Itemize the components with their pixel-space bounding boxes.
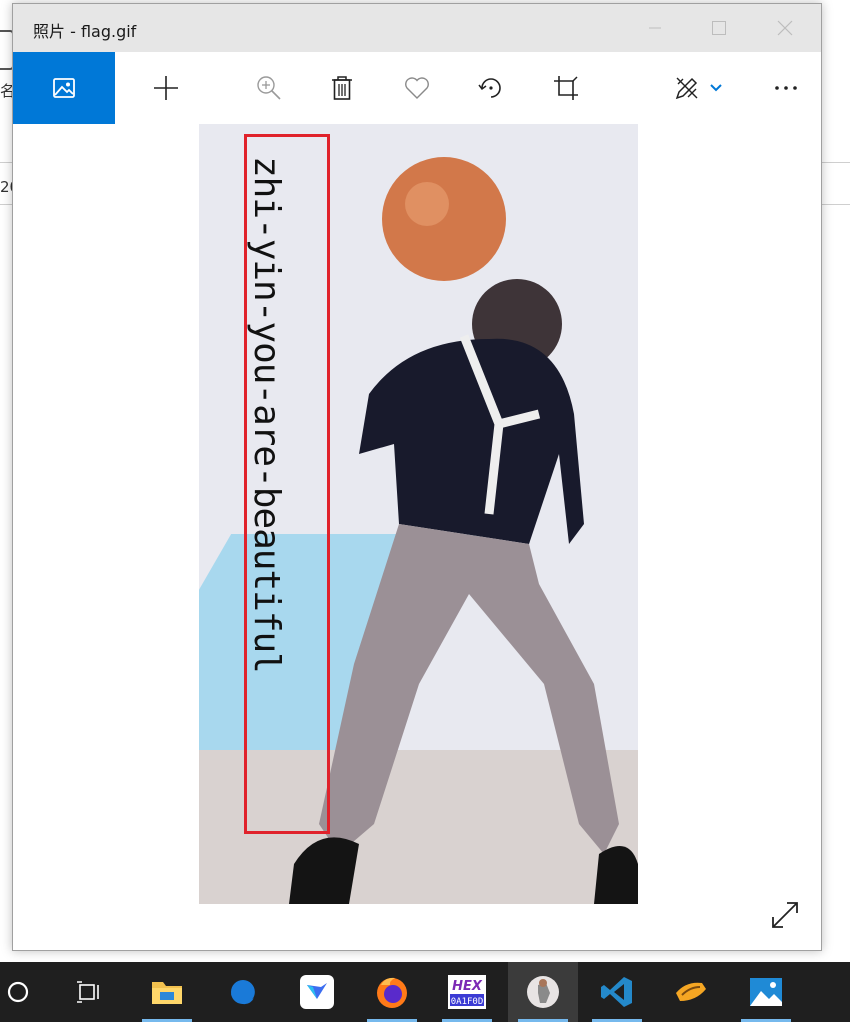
add-to-button[interactable] — [148, 70, 184, 106]
see-all-photos-button[interactable] — [13, 52, 115, 124]
minimize-button[interactable] — [623, 4, 687, 52]
edit-create-button[interactable] — [669, 70, 705, 106]
task-view-icon — [77, 981, 99, 1003]
circle-icon — [7, 981, 29, 1003]
more-icon — [775, 86, 797, 90]
svg-text:HEX: HEX — [452, 979, 483, 994]
rotate-button[interactable] — [473, 70, 509, 106]
rotate-icon — [478, 78, 501, 98]
plus-icon — [154, 76, 178, 100]
taskbar-edge[interactable] — [212, 962, 274, 1022]
hex-icon: HEX 0A1F0D — [448, 975, 486, 1009]
more-button[interactable] — [768, 70, 804, 106]
taskbar-photos[interactable] — [735, 962, 797, 1022]
firefox-icon — [377, 977, 407, 1008]
close-icon — [777, 20, 793, 36]
svg-text:0A1F0D: 0A1F0D — [451, 997, 484, 1007]
delete-button[interactable] — [324, 70, 360, 106]
taskbar-photos-preview[interactable] — [508, 962, 578, 1022]
edit-create-icon — [675, 77, 698, 100]
edge-icon — [231, 980, 255, 1005]
maximize-icon — [712, 21, 726, 35]
sublime-icon — [676, 982, 706, 1001]
expand-icon — [772, 902, 798, 928]
task-view-button[interactable] — [58, 962, 120, 1022]
displayed-image: zhi-yin-you-are-beautiful — [199, 124, 638, 904]
favorite-button[interactable] — [399, 70, 435, 106]
heart-icon — [405, 77, 429, 99]
crop-button[interactable] — [548, 70, 584, 106]
vscode-icon — [601, 977, 632, 1007]
taskbar-file-explorer[interactable] — [136, 962, 198, 1022]
title-bar[interactable]: 照片 - flag.gif — [13, 4, 821, 52]
full-screen-button[interactable] — [769, 899, 801, 931]
zoom-in-icon — [257, 76, 281, 100]
photo-icon — [53, 78, 75, 98]
zoom-button[interactable] — [251, 70, 287, 106]
folder-icon — [152, 982, 182, 1004]
trash-icon — [332, 76, 352, 100]
taskbar-vscode[interactable] — [586, 962, 648, 1022]
divider — [820, 162, 850, 163]
taskbar-hex-editor[interactable]: HEX 0A1F0D — [436, 962, 498, 1022]
chevron-down-icon — [710, 84, 722, 92]
minimize-icon — [649, 27, 661, 29]
crop-icon — [554, 76, 578, 100]
close-button[interactable] — [753, 4, 817, 52]
edit-dropdown-chevron[interactable] — [703, 70, 729, 106]
toolbar — [13, 52, 821, 124]
cortana-button[interactable] — [0, 962, 36, 1022]
feishu-icon — [300, 975, 334, 1009]
taskbar-firefox[interactable] — [361, 962, 423, 1022]
taskbar-sublime[interactable] — [660, 962, 722, 1022]
window-title: 照片 - flag.gif — [33, 22, 137, 41]
taskbar: HEX 0A1F0D — [0, 962, 850, 1022]
photos-window: 照片 - flag.gif zhi-yin-you-are-beautiful — [12, 3, 822, 951]
divider — [820, 204, 850, 205]
taskbar-feishu[interactable] — [286, 962, 348, 1022]
photos-app-icon — [750, 978, 782, 1006]
flag-text: zhi-yin-you-are-beautiful — [246, 156, 287, 673]
maximize-button[interactable] — [687, 4, 751, 52]
photo-thumb-icon — [527, 976, 559, 1008]
